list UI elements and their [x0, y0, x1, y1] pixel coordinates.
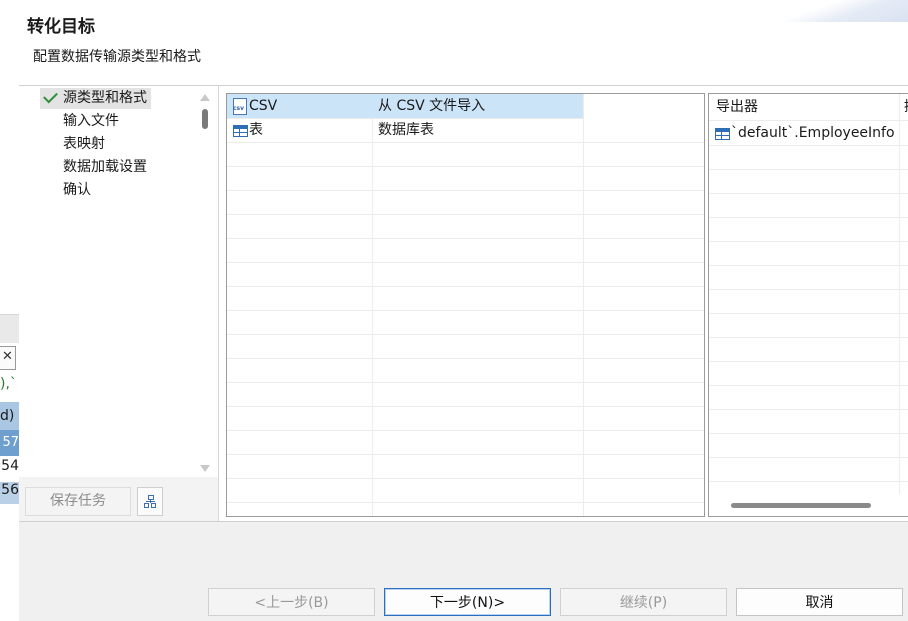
page-subtitle: 配置数据传输源类型和格式	[33, 49, 201, 65]
column-header-exporter[interactable]: 导出器	[716, 94, 758, 120]
table-row	[709, 193, 908, 218]
table-row	[227, 190, 704, 215]
table-row	[227, 334, 704, 359]
table-row	[709, 361, 908, 386]
exporter-name: `default`.EmployeeInfo	[731, 125, 895, 141]
background-grid-row: 0,54	[0, 458, 19, 474]
nav-item-label: 源类型和格式	[63, 90, 147, 106]
header-decoration	[768, 0, 908, 22]
table-row	[227, 406, 704, 431]
table-row	[709, 313, 908, 338]
exporter-horizontal-scrollbar[interactable]	[731, 503, 871, 508]
table-row	[227, 262, 704, 287]
nav-item-load-settings[interactable]: 数据加载设置	[40, 157, 151, 178]
nav-item-table-mapping[interactable]: 表映射	[40, 134, 109, 155]
background-close-icon[interactable]: ✕	[0, 346, 16, 370]
page-title: 转化目标	[27, 17, 95, 37]
background-code-fragment: ),`	[0, 376, 17, 392]
dialog-content: 源类型和格式 输入文件 表映射 数据加载设置 确认 保存任务 csv CSV 从…	[19, 86, 908, 522]
nav-item-label: 确认	[63, 182, 91, 198]
table-row	[709, 337, 908, 362]
background-grid-row: 4,56	[0, 482, 19, 504]
table-row	[709, 289, 908, 314]
table-row	[227, 214, 704, 239]
tree-view-button[interactable]	[137, 487, 163, 516]
nav-scrollbar[interactable]	[198, 92, 212, 472]
table-row	[227, 286, 704, 311]
check-icon	[43, 88, 58, 104]
next-button[interactable]: 下一步(N)>	[384, 588, 551, 616]
background-window: ✕ ),` d) 57 0,54 4,56	[0, 0, 19, 621]
nav-item-label: 输入文件	[63, 113, 119, 129]
save-task-button[interactable]: 保存任务	[25, 487, 131, 516]
table-row	[227, 166, 704, 191]
nav-item-label: 表映射	[63, 136, 105, 152]
exporter-row[interactable]: `default`.EmployeeInfo	[709, 121, 908, 146]
exporter-table: 导出器 接 `default`.EmployeeInfo	[708, 93, 908, 517]
scroll-up-icon[interactable]	[200, 94, 210, 101]
nav-item-input-files[interactable]: 输入文件	[40, 111, 123, 132]
background-grid-row: d)	[0, 402, 19, 430]
table-row	[709, 457, 908, 482]
table-row	[227, 238, 704, 263]
pane-divider[interactable]	[218, 86, 219, 521]
nav-item-source-type[interactable]: 源类型和格式	[40, 88, 151, 109]
source-type-name: 表	[249, 122, 263, 138]
back-button[interactable]: <上一步(B)	[208, 588, 375, 616]
table-row	[227, 382, 704, 407]
nav-footer: 保存任务	[19, 477, 218, 521]
table-row	[709, 217, 908, 242]
source-type-description: 数据库表	[378, 122, 434, 138]
source-type-description: 从 CSV 文件导入	[378, 98, 486, 114]
scrollbar-thumb[interactable]	[202, 109, 208, 129]
table-row	[709, 265, 908, 290]
source-type-table: CSV 从 CSV 文件导入 表 数据库表	[226, 93, 705, 517]
table-row	[709, 145, 908, 170]
table-row	[227, 454, 704, 479]
table-row	[709, 385, 908, 410]
cancel-button[interactable]: 取消	[736, 588, 903, 616]
table-icon	[715, 128, 730, 140]
table-row	[227, 358, 704, 383]
source-type-row-csv[interactable]: CSV 从 CSV 文件导入	[227, 94, 583, 119]
table-icon	[233, 125, 248, 137]
source-type-name: CSV	[249, 98, 278, 114]
tree-structure-icon	[144, 495, 156, 508]
wizard-step-nav: 源类型和格式 输入文件 表映射 数据加载设置 确认 保存任务	[19, 86, 218, 521]
dialog-header: 转化目标 配置数据传输源类型和格式	[19, 0, 908, 86]
table-row	[709, 433, 908, 458]
background-grid-row: 57	[0, 430, 19, 456]
table-row	[227, 478, 704, 503]
nav-item-label: 数据加载设置	[63, 159, 147, 175]
exporter-table-header: 导出器 接	[709, 94, 908, 121]
background-tab-strip	[0, 314, 19, 343]
table-row	[709, 409, 908, 434]
table-row	[227, 310, 704, 335]
table-row	[709, 169, 908, 194]
nav-item-confirm[interactable]: 确认	[40, 180, 95, 201]
table-row	[227, 142, 704, 167]
table-row	[227, 430, 704, 455]
continue-button[interactable]: 继续(P)	[560, 588, 727, 616]
dialog-footer: <上一步(B) 下一步(N)> 继续(P) 取消	[19, 522, 908, 621]
source-type-row-table[interactable]: 表 数据库表	[227, 118, 704, 143]
column-header-truncated[interactable]: 接	[904, 94, 908, 120]
data-transfer-dialog: 转化目标 配置数据传输源类型和格式 源类型和格式 输入文件 表映射 数据加载设置…	[19, 0, 908, 621]
csv-file-icon	[233, 98, 247, 115]
table-row	[709, 241, 908, 266]
scroll-down-icon[interactable]	[200, 465, 210, 472]
